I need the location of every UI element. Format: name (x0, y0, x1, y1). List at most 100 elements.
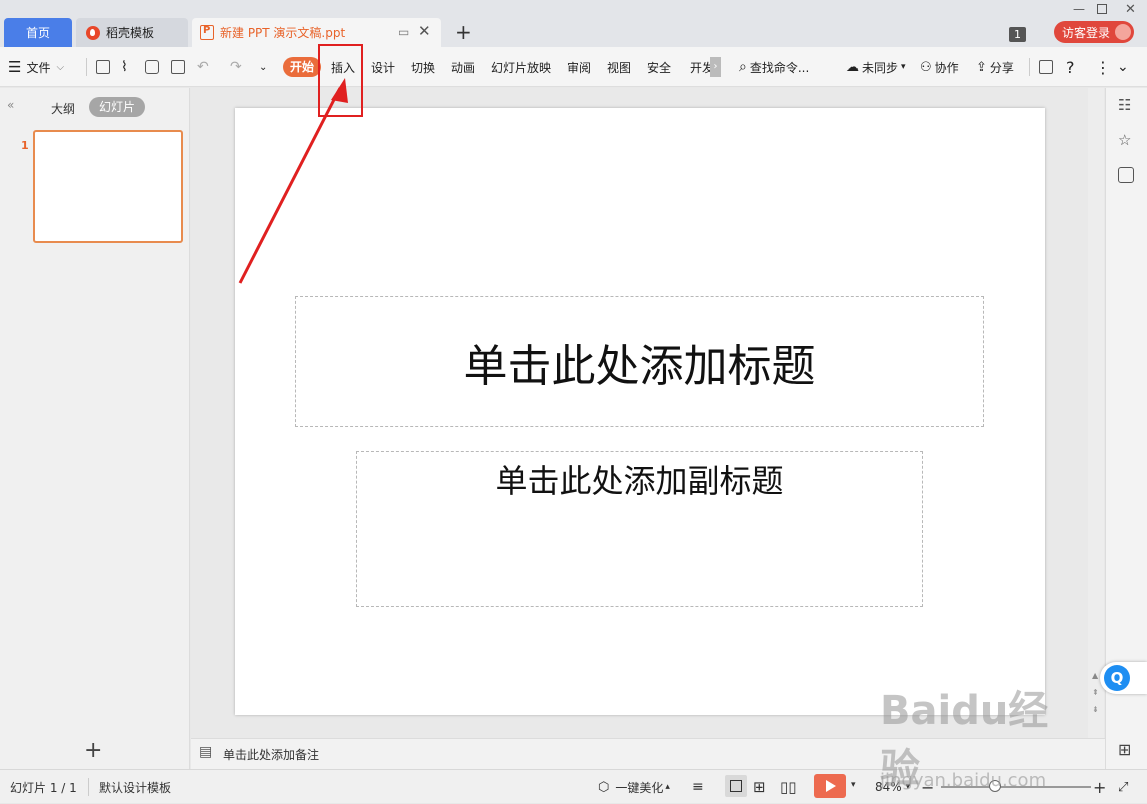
sync-label: 未同步 (862, 60, 899, 75)
tab-animation[interactable]: 动画 (451, 47, 475, 87)
cloud-icon: ☁ (846, 59, 859, 75)
previous-slide-icon[interactable]: ⇞ (1092, 688, 1099, 697)
magic-star-icon[interactable]: ☆ (1118, 131, 1134, 149)
share-label: 分享 (989, 60, 1014, 75)
align-icon[interactable]: ≡ (692, 770, 704, 804)
toolbar-divider (86, 58, 87, 76)
properties-icon[interactable]: ☷ (1118, 96, 1134, 114)
theme-name[interactable]: 默认设计模板 (99, 770, 171, 804)
slide-thumbnail-number: 1 (21, 139, 29, 152)
notes-icon: ▤ (199, 744, 213, 760)
tab-transition[interactable]: 切换 (411, 47, 435, 87)
tab-view[interactable]: 视图 (607, 47, 631, 87)
beautify-label: 一键美化 (615, 780, 664, 795)
tab-document[interactable]: 新建 PPT 演示文稿.ppt ▭ ✕ (192, 18, 441, 47)
tab-document-label: 新建 PPT 演示文稿.ppt (220, 26, 346, 40)
play-slideshow-button[interactable] (814, 774, 846, 798)
hamburger-icon: ☰ (8, 58, 22, 76)
close-window-icon[interactable]: ✕ (1125, 2, 1136, 17)
slide-library-icon[interactable] (1118, 167, 1134, 183)
beautify-button[interactable]: ⬡ 一键美化 ▴ (598, 770, 670, 804)
tab-bar: 首页 稻壳模板 新建 PPT 演示文稿.ppt ▭ ✕ + — ✕ 1 访客登录 (0, 0, 1147, 47)
zoom-in-icon[interactable]: + (1093, 770, 1106, 804)
slide-panel: « 大纲 幻灯片 1 + (0, 88, 190, 769)
format-painter-icon[interactable]: ⌇ (121, 47, 128, 87)
collapse-ribbon-icon[interactable]: ⌄ (1117, 47, 1129, 87)
arrow-shaft (238, 87, 342, 284)
play-options-chevron-icon[interactable]: ▾ (851, 780, 856, 790)
toolbar-divider (1029, 58, 1030, 76)
notes-placeholder: 单击此处添加备注 (223, 748, 320, 762)
pointer-arrow (238, 78, 348, 284)
file-menu-button[interactable]: ☰ 文件 ⌵ (8, 47, 80, 87)
tab-slideshow[interactable]: 幻灯片放映 (491, 47, 551, 87)
close-tab-icon[interactable]: ✕ (418, 22, 431, 40)
save-icon[interactable] (96, 60, 110, 74)
title-placeholder[interactable]: 单击此处添加标题 (295, 296, 984, 427)
new-tab-button[interactable]: + (455, 20, 472, 44)
normal-view-button[interactable] (725, 775, 747, 797)
sync-button[interactable]: ☁ 未同步 ▾ (846, 47, 906, 87)
print-preview-icon[interactable] (171, 60, 185, 74)
slide-count: 幻灯片 1 / 1 (10, 780, 77, 795)
subtitle-placeholder-text: 单击此处添加副标题 (495, 462, 784, 500)
tab-template-label: 稻壳模板 (106, 26, 155, 40)
more-options-icon[interactable]: ⋮ (1095, 47, 1111, 87)
ppt-file-icon (200, 25, 214, 40)
fit-window-icon[interactable]: ⤢ (1118, 770, 1128, 804)
share-icon: ⇪ (976, 59, 987, 75)
tab-developer[interactable]: 开发 (690, 47, 710, 87)
normal-view-icon (730, 780, 742, 792)
vertical-scrollbar[interactable]: ▲ ⇞ ⇟ (1088, 88, 1104, 738)
scroll-up-icon[interactable]: ▲ (1092, 671, 1098, 680)
chevron-down-icon: ⌵ (56, 61, 65, 73)
tab-home[interactable]: 首页 (4, 18, 72, 47)
arrow-head (331, 78, 348, 103)
cube-icon: ⬡ (598, 779, 610, 795)
title-placeholder-text: 单击此处添加标题 (463, 340, 816, 392)
search-command-label: 查找命令... (749, 60, 810, 75)
help-icon[interactable]: ? (1066, 47, 1075, 87)
scroll-tabs-right-icon[interactable]: › (710, 57, 721, 77)
collapse-panel-icon[interactable]: « (7, 98, 14, 112)
add-slide-button[interactable]: + (84, 738, 102, 763)
pin-screen-icon[interactable]: ▭ (398, 25, 409, 39)
collaborate-button[interactable]: ⚇ 协作 (920, 47, 959, 87)
tab-security[interactable]: 安全 (647, 47, 671, 87)
next-slide-icon[interactable]: ⇟ (1092, 705, 1099, 714)
tab-outline[interactable]: 大纲 (51, 100, 75, 117)
share-button[interactable]: ⇪ 分享 (976, 47, 1014, 87)
avatar (1115, 24, 1131, 40)
tab-template[interactable]: 稻壳模板 (76, 18, 188, 47)
slide-sorter-icon[interactable]: ⊞ (753, 770, 766, 804)
watermark-url: jingyan.baidu.com (880, 770, 1047, 791)
tab-home-label: 首页 (25, 26, 50, 40)
subtitle-placeholder[interactable]: 单击此处添加副标题 (356, 451, 923, 607)
minimize-icon[interactable]: — (1073, 2, 1085, 16)
assistant-q-icon: Q (1104, 665, 1130, 691)
undo-icon[interactable]: ↶ (197, 47, 209, 87)
print-icon[interactable] (145, 60, 159, 74)
slide-thumbnail[interactable] (33, 130, 183, 243)
chevron-up-icon: ▴ (665, 782, 670, 792)
add-user-icon: ⚇ (920, 59, 932, 75)
tab-slides[interactable]: 幻灯片 (89, 97, 145, 117)
ribbon-toolbar: ☰ 文件 ⌵ ⌇ ↶ ↷ ⌄ 开始 插入 设计 切换 动画 幻灯片放映 审阅 视… (0, 47, 1147, 87)
collaborate-label: 协作 (934, 60, 959, 75)
status-divider (88, 778, 89, 796)
docer-logo-icon (86, 25, 100, 40)
search-command[interactable]: ⌕ 查找命令... (739, 47, 809, 87)
grid-icon[interactable]: ⊞ (1118, 740, 1131, 759)
tab-design[interactable]: 设计 (371, 47, 395, 87)
search-icon: ⌕ (739, 59, 747, 75)
maximize-icon[interactable] (1097, 4, 1107, 14)
tab-review[interactable]: 审阅 (567, 47, 591, 87)
window-count-badge[interactable]: 1 (1009, 27, 1026, 42)
minimize-ribbon-icon[interactable] (1039, 60, 1053, 74)
help-assistant-button[interactable]: Q (1100, 662, 1147, 694)
guest-login-label: 访客登录 (1062, 25, 1111, 40)
file-menu-label: 文件 (26, 60, 51, 75)
reading-view-icon[interactable]: ▯▯ (780, 770, 797, 804)
chevron-down-icon: ▾ (901, 62, 906, 72)
guest-login-button[interactable]: 访客登录 (1054, 21, 1134, 43)
